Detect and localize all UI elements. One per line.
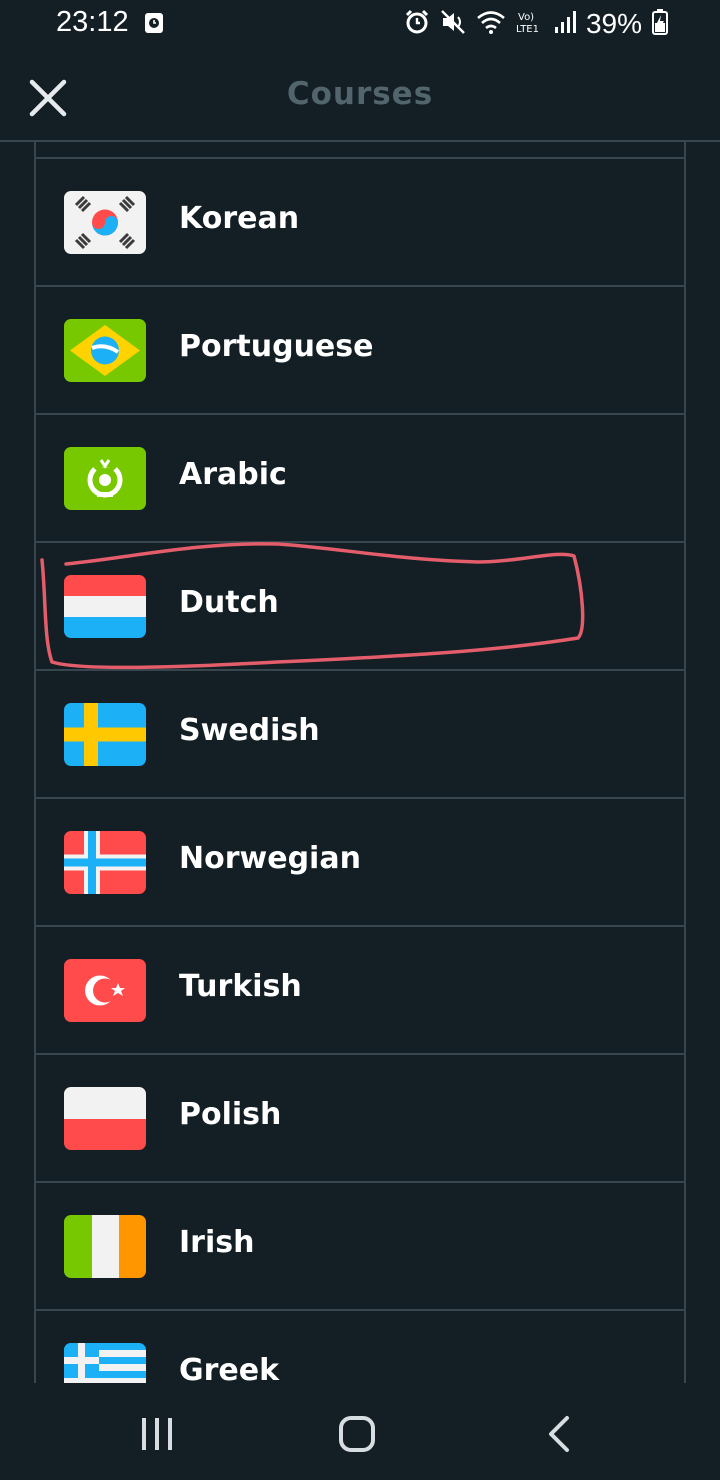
back-icon — [549, 1416, 569, 1452]
korea-flag-icon — [64, 191, 146, 254]
page-title: Courses — [286, 76, 434, 112]
course-item-portuguese[interactable]: Portuguese — [36, 287, 684, 415]
course-item-swedish[interactable]: Swedish — [36, 671, 684, 799]
arabic-flag-icon — [64, 447, 146, 510]
ireland-flag-icon — [64, 1215, 146, 1278]
course-name: Dutch — [179, 585, 279, 620]
course-item-polish[interactable]: Polish — [36, 1055, 684, 1183]
volte-icon: Vo) LTE1 — [516, 9, 544, 39]
course-item-norwegian[interactable]: Norwegian — [36, 799, 684, 927]
course-name: Swedish — [179, 713, 320, 748]
greece-flag-icon — [64, 1343, 146, 1383]
course-item-korean[interactable]: Korean — [36, 159, 684, 287]
course-name: Polish — [179, 1097, 282, 1132]
course-item-turkish[interactable]: Turkish — [36, 927, 684, 1055]
mute-icon — [440, 9, 466, 39]
battery-charging-icon — [652, 9, 668, 39]
wifi-icon — [476, 9, 506, 39]
brazil-flag-icon — [64, 319, 146, 382]
course-item-arabic[interactable]: Arabic — [36, 415, 684, 543]
svg-text:Vo): Vo) — [518, 12, 534, 23]
home-button[interactable] — [327, 1414, 387, 1454]
status-icons: Vo) LTE1 39% — [404, 8, 668, 40]
norway-flag-icon — [64, 831, 146, 894]
alarm-icon — [404, 9, 430, 39]
course-item-greek[interactable]: Greek — [36, 1311, 684, 1383]
course-name: Turkish — [179, 969, 302, 1004]
recent-apps-button[interactable] — [127, 1414, 187, 1454]
course-name: Arabic — [179, 457, 287, 492]
sweden-flag-icon — [64, 703, 146, 766]
back-button[interactable] — [529, 1414, 589, 1454]
netherlands-flag-icon — [64, 575, 146, 638]
system-nav-bar — [0, 1386, 720, 1480]
turkey-flag-icon — [64, 959, 146, 1022]
course-name: Irish — [179, 1225, 255, 1260]
battery-percentage: 39% — [585, 8, 642, 39]
home-icon — [339, 1416, 375, 1452]
course-name: Korean — [179, 201, 300, 236]
status-bar: 23:12 Vo) LTE1 39% — [0, 0, 720, 48]
course-item-irish[interactable]: Irish — [36, 1183, 684, 1311]
course-list[interactable]: Korean Portuguese Arabic Dutch Swedish N… — [34, 142, 686, 1383]
signal-icon — [554, 9, 576, 39]
recent-apps-icon — [142, 1418, 172, 1450]
notification-icon — [144, 12, 164, 38]
app-header: Courses — [0, 48, 720, 142]
poland-flag-icon — [64, 1087, 146, 1150]
course-name: Greek — [179, 1353, 280, 1383]
course-name: Portuguese — [179, 329, 374, 364]
svg-text:LTE1: LTE1 — [516, 24, 539, 35]
course-item-dutch[interactable]: Dutch — [36, 543, 684, 671]
status-time: 23:12 — [56, 6, 129, 38]
course-name: Norwegian — [179, 841, 361, 876]
